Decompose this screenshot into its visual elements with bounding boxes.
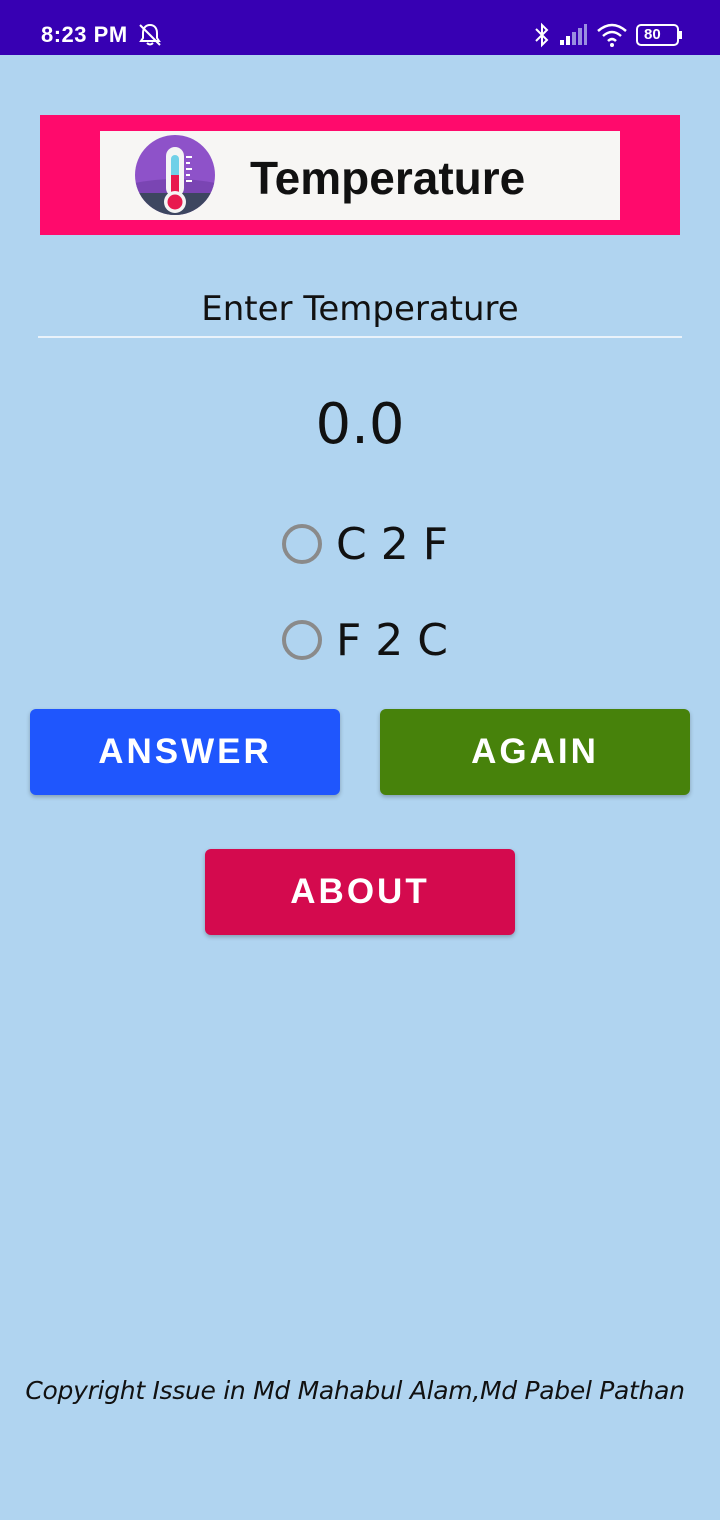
header-card: Temperature bbox=[100, 131, 620, 220]
radio-c-to-f[interactable]: C 2 F bbox=[282, 514, 448, 574]
header-banner: Temperature bbox=[40, 115, 680, 235]
battery-level: 80 bbox=[644, 26, 661, 43]
radio-label: F 2 C bbox=[336, 614, 448, 666]
answer-button[interactable]: ANSWER bbox=[30, 709, 340, 795]
result-value: 0.0 bbox=[315, 392, 405, 457]
copyright-text: Copyright Issue in Md Mahabul Alam,Md Pa… bbox=[25, 1376, 685, 1405]
thermometer-icon bbox=[135, 135, 215, 215]
status-time: 8:23 PM bbox=[41, 22, 128, 47]
again-button[interactable]: AGAIN bbox=[380, 709, 690, 795]
bluetooth-icon bbox=[532, 22, 552, 53]
wifi-icon bbox=[596, 22, 628, 53]
radio-button[interactable] bbox=[282, 620, 322, 660]
app-title: Temperature bbox=[250, 152, 526, 204]
radio-label: C 2 F bbox=[336, 518, 448, 570]
alarm-off-icon bbox=[137, 22, 163, 53]
radio-f-to-c[interactable]: F 2 C bbox=[282, 610, 448, 670]
radio-button[interactable] bbox=[282, 524, 322, 564]
about-button[interactable]: ABOUT bbox=[205, 849, 515, 935]
temperature-input[interactable] bbox=[38, 282, 682, 338]
status-bar: 8:23 PM 80 bbox=[0, 0, 720, 55]
signal-icon bbox=[558, 24, 588, 51]
